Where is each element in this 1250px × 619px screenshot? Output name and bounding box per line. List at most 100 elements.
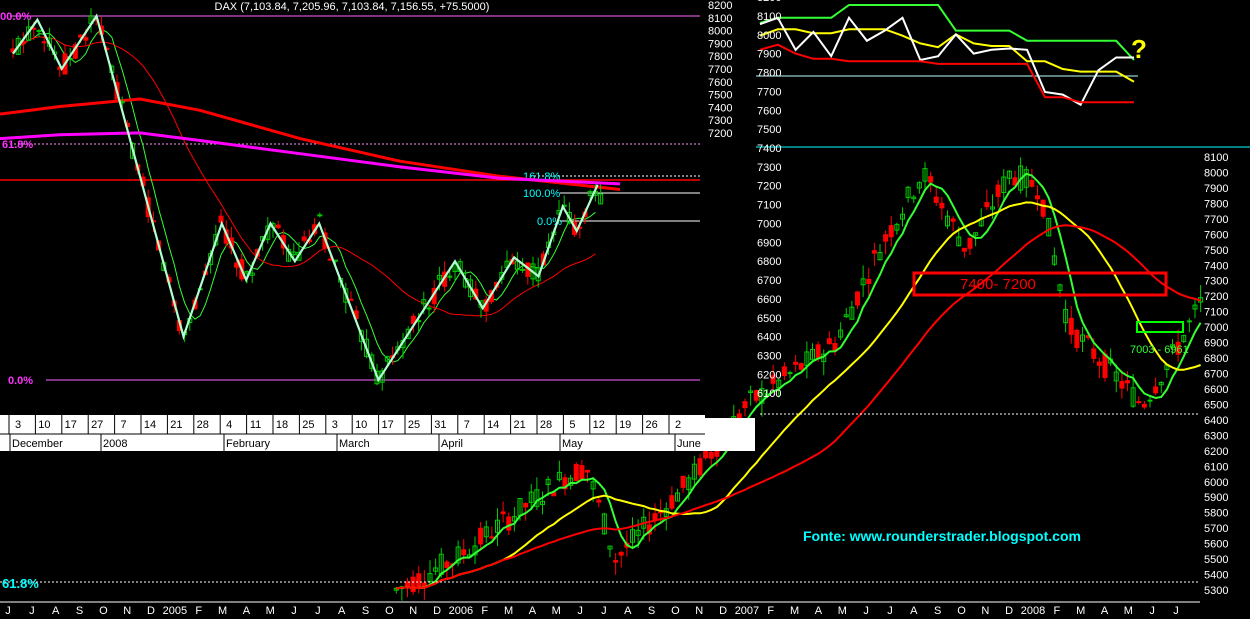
daily-y-axis: 6100 6200 6300 6400 6500 6600 6700 6800 6900 7000… [757,0,781,400]
weekly-candle-body [883,234,889,242]
weekly-x-tick-label: F [1053,605,1060,617]
daily-day-label: 10 [355,419,367,431]
weekly-y-tick-label: 6400 [1204,415,1228,427]
weekly-candle-body [798,363,804,370]
weekly-x-tick-label: D [147,605,155,617]
weekly-candle-body [500,511,506,515]
weekly-y-tick-label: 5800 [1204,508,1228,520]
daily-y-tick-label: 6700 [757,275,781,287]
daily-y-tick-label: 6800 [757,256,781,268]
weekly-x-tick-label: D [1005,605,1013,617]
weekly-x-tick-label: S [76,605,83,617]
daily-day-label: 2 [675,419,681,431]
daily-candle-body [218,215,224,223]
weekly-candle-body [680,475,686,488]
weekly-y-tick-label: 6900 [1204,338,1228,350]
weekly-candle-body [573,463,579,482]
daily-day-label: 12 [593,419,605,431]
daily-candle-body [426,307,432,310]
inset-y-tick-label: 7900 [708,38,732,50]
daily-candle-body [301,236,307,241]
weekly-candle-body [1040,199,1046,217]
chart-stage: 5300 5400 5500 5600 5700 5800 5900 6000 6100 6200… [0,0,1250,619]
weekly-y-tick-label: 8000 [1204,167,1228,179]
weekly-y-tick-label: 5400 [1204,570,1228,582]
weekly-y-tick-label: 7200 [1204,291,1228,303]
fib-right-100-label: 100.0% [523,188,561,200]
daily-y-tick-label: 6400 [757,332,781,344]
daily-month-label: February [226,438,271,450]
weekly-y-tick-label: 7400 [1204,260,1228,272]
daily-day-label: 3 [332,419,338,431]
inset-y-tick-label: 8200 [708,0,732,12]
weekly-candle-body [579,465,585,480]
daily-month-label: May [562,438,583,450]
weekly-candle-body [933,196,939,203]
daily-title: DAX (7,103.84, 7,205.96, 7,103.84, 7,156… [215,1,490,13]
daily-background [0,0,705,415]
daily-y-tick-label: 6600 [757,294,781,306]
weekly-x-tick-label: M [1076,605,1085,617]
inset-y-axis: 7200730074007500760077007800790080008100… [708,0,732,140]
weekly-x-tick-label: J [887,605,893,617]
daily-y-tick-label: 6300 [757,350,781,362]
weekly-x-tick-label: 2006 [449,605,473,617]
weekly-x-tick-label: M [552,605,561,617]
weekly-x-tick-label: M [266,605,275,617]
daily-day-label: 28 [197,419,209,431]
daily-day-label: 10 [38,419,50,431]
daily-y-tick-label: 6500 [757,313,781,325]
support-zone-label: 7003 - 6961 [1130,344,1189,356]
daily-day-label: 7 [121,419,127,431]
weekly-candle-body [1125,380,1130,384]
weekly-candle-body [871,250,877,254]
weekly-candle-body [416,573,422,588]
daily-day-label: 3 [15,419,21,431]
weekly-x-tick-label: S [648,605,655,617]
weekly-candle-body [708,451,714,459]
weekly-candle-body [984,202,990,208]
daily-month-label: June [677,438,701,450]
weekly-candle-body [1147,399,1153,402]
weekly-candle-body [961,247,967,252]
weekly-candle-body [669,495,675,509]
daily-month-label: December [12,438,63,450]
weekly-x-tick-label: J [601,605,607,617]
weekly-x-tick-label: 2007 [735,605,759,617]
daily-y-tick-label: 7200 [757,181,781,193]
weekly-x-tick-label: J [5,605,11,617]
daily-day-label: 31 [434,419,446,431]
weekly-y-tick-label: 6800 [1204,353,1228,365]
weekly-candle-body [855,291,860,306]
weekly-x-tick-label: A [243,605,251,617]
weekly-x-tick-label: N [981,605,989,617]
daily-y-tick-label: 7500 [757,124,781,136]
weekly-candle-body [1029,179,1035,187]
weekly-candle-body [461,549,467,556]
weekly-candle-body [506,516,512,531]
weekly-x-tick-label: J [577,605,583,617]
weekly-y-tick-label: 6200 [1204,446,1228,458]
weekly-x-tick-label: A [529,605,537,617]
daily-day-label: 21 [170,419,182,431]
weekly-candle-body [1136,401,1142,404]
daily-dax-chart: DAX (7,103.84, 7,205.96, 7,103.84, 7,156… [0,0,781,451]
weekly-x-tick-label: N [409,605,417,617]
weekly-candle-body [405,581,410,587]
weekly-x-tick-label: M [790,605,799,617]
weekly-x-tick-label: A [338,605,346,617]
weekly-x-tick-label: A [1101,605,1109,617]
inset-y-tick-label: 7800 [708,51,732,63]
weekly-x-tick-label: M [838,605,847,617]
daily-candle-body [41,41,47,44]
weekly-y-tick-label: 7800 [1204,198,1228,210]
daily-day-label: 18 [276,419,288,431]
weekly-x-tick-label: F [767,605,774,617]
weekly-x-tick-label: J [1149,605,1155,617]
daily-month-label: March [339,438,370,450]
weekly-x-tick-label: J [315,605,321,617]
daily-day-label: 26 [645,419,657,431]
daily-y-tick-label: 7800 [757,68,781,80]
inset-band-chart: 7200730074007500760077007800790080008100… [708,0,1250,148]
fib-left-100-label: 100.0% [0,11,32,23]
